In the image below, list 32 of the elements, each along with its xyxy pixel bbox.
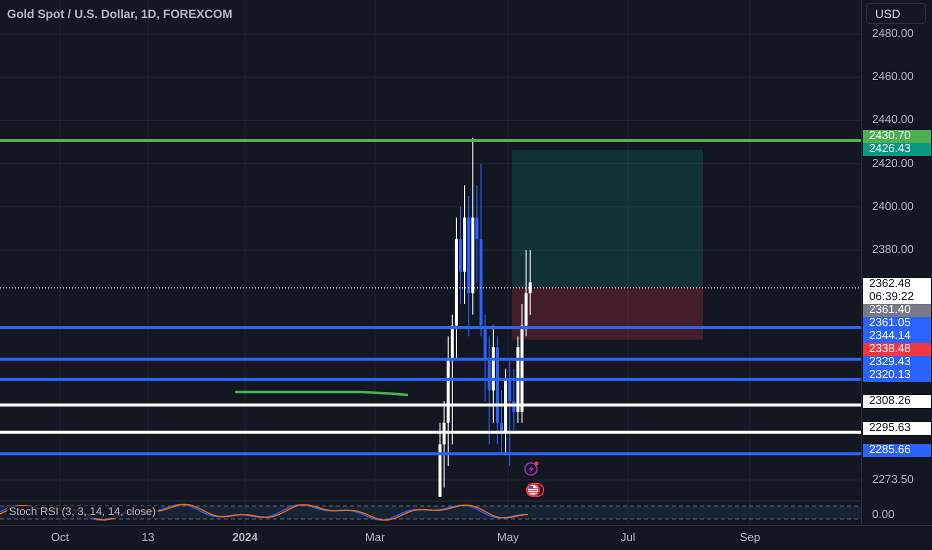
- time-label: 13: [142, 532, 154, 544]
- currency-button[interactable]: USD: [866, 3, 926, 24]
- price-tick: 2480.00: [872, 27, 914, 41]
- price-label: 2308.26: [863, 394, 932, 408]
- price-label: 2361.40: [863, 304, 932, 317]
- time-label: Sep: [740, 532, 760, 544]
- price-label: 2344.14: [863, 330, 932, 343]
- time-label: May: [497, 532, 519, 544]
- price-tick: 2380.00: [872, 243, 914, 257]
- time-label: Mar: [365, 532, 385, 544]
- price-label: 2361.05: [863, 316, 932, 330]
- price-label: 2430.70: [863, 130, 932, 144]
- price-label: 2338.48: [863, 342, 932, 356]
- price-tick: 2273.50: [872, 473, 914, 488]
- price-label: 2320.13: [863, 369, 932, 382]
- price-label: 2426.43: [863, 143, 932, 156]
- price-tick: 2420.00: [872, 156, 914, 171]
- price-label: 2295.63: [863, 422, 932, 436]
- indicator-label: Stoch RSI (3, 3, 14, 14, close): [7, 506, 158, 518]
- price-label: 2285.66: [863, 444, 932, 457]
- chart-title: Gold Spot / U.S. Dollar, 1D, FOREXCOM: [7, 7, 232, 21]
- flag-icon[interactable]: [526, 482, 544, 498]
- price-label: 2362.48 06:39:22: [863, 278, 932, 304]
- price-label: 2329.43: [863, 356, 932, 369]
- time-label: Oct: [51, 532, 69, 544]
- price-tick: 2400.00: [872, 200, 914, 214]
- price-tick: 2460.00: [872, 70, 914, 84]
- time-label: Jul: [620, 532, 636, 544]
- time-label: 2024: [232, 532, 258, 544]
- lightning-icon[interactable]: [524, 462, 538, 476]
- indicator-reading: 0.00: [872, 508, 894, 522]
- price-tick: 2440.00: [872, 113, 914, 128]
